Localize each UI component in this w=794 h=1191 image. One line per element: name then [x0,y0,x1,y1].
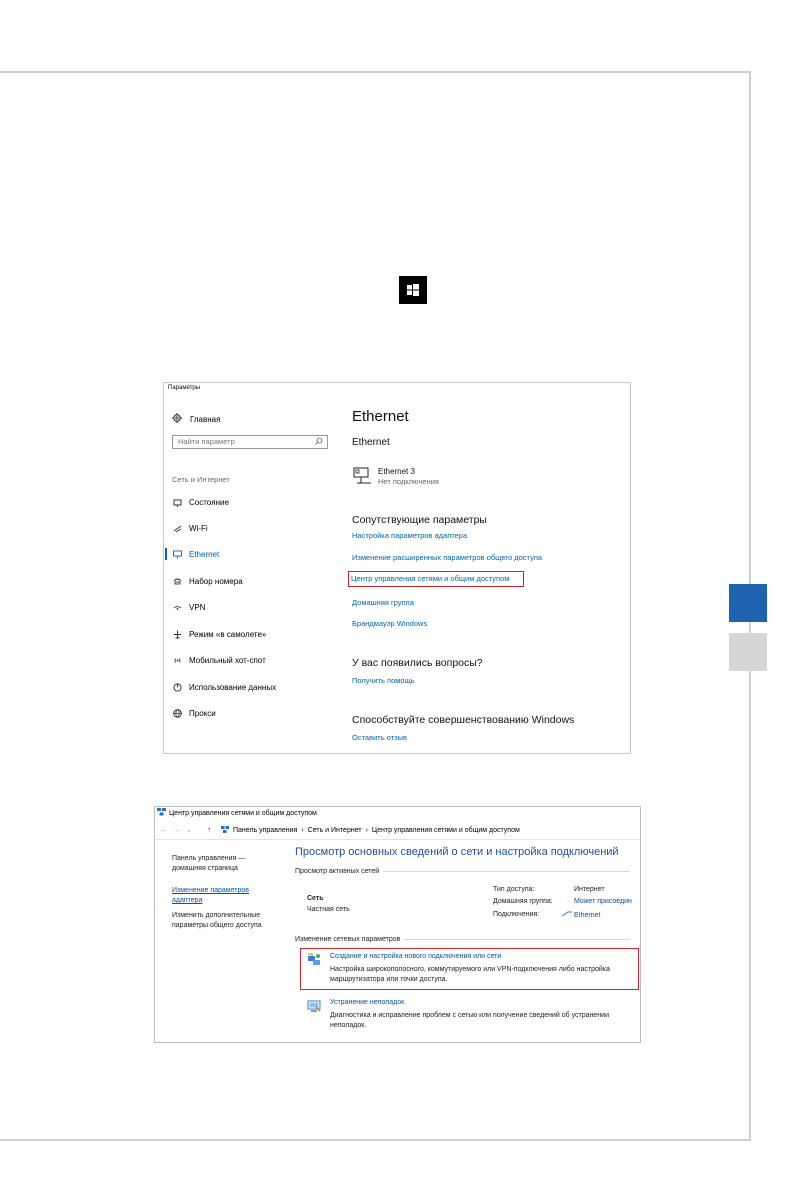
page-frame-top [0,71,751,73]
settings-window: Параметры Главная Найти параметр Сеть и … [163,382,631,754]
address-bar[interactable]: ←→⌄ ↑ Панель управления › Сеть и Интернет… [155,823,640,840]
cp-heading: Просмотр основных сведений о сети и наст… [295,846,619,858]
page-title: Ethernet [352,408,409,425]
task-new-connection[interactable]: Создание и настройка нового подключения … [300,948,639,990]
left-sharing-link[interactable]: Изменить дополнительные параметры общего… [172,911,272,931]
hotspot-icon [172,655,182,665]
questions-heading: У вас появились вопросы? [352,657,483,669]
phone-icon [172,576,182,586]
link-adapter-settings[interactable]: Настройка параметров адаптера [352,531,467,540]
ethernet-cable-icon [561,911,572,919]
link-get-help[interactable]: Получить помощь [352,676,415,685]
nav-label: Прокси [189,708,216,718]
wifi-icon [172,523,182,533]
nav-ethernet[interactable]: Ethernet [165,547,322,561]
link-homegroup[interactable]: Домашняя группа [352,598,414,607]
settings-search-input[interactable]: Найти параметр [172,435,328,449]
breadcrumb-item[interactable]: Панель управления [233,827,297,834]
back-forward-icon[interactable]: ←→⌄ [160,826,198,834]
vpn-icon [172,602,182,612]
related-heading: Сопутствующие параметры [352,514,487,526]
network-type[interactable]: Частная сеть [307,906,350,913]
link-network-center[interactable]: Центр управления сетями и общим доступом [347,571,525,587]
task-title[interactable]: Устранение неполадок [330,999,404,1006]
nav-label: Мобильный хот-спот [189,655,266,665]
nav-wifi[interactable]: Wi-Fi [172,521,322,535]
nav-label: Набор номера [189,576,243,586]
gear-icon [172,413,182,425]
network-adapter-icon [353,467,373,490]
nav-label: Использование данных [189,682,277,692]
search-icon [315,437,323,449]
chevron-right-icon: › [365,827,368,834]
page-frame-bottom [0,1139,751,1141]
cp-titlebar: Центр управления сетями и общим доступом [157,808,317,818]
control-panel-window: Центр управления сетями и общим доступом… [154,806,641,1043]
section-label: Изменение сетевых параметров [295,936,401,943]
task-title[interactable]: Создание и настройка нового подключения … [330,953,501,960]
change-settings-section: Изменение сетевых параметров [295,936,630,943]
left-adapter-link[interactable]: Изменение параметров адаптера [172,886,272,906]
task-troubleshoot[interactable]: Устранение неполадок Диагностика и испра… [301,995,638,1035]
status-icon [172,497,182,507]
network-center-icon [157,808,166,818]
nav-label: Wi-Fi [189,523,208,533]
home-label: Главная [190,414,221,424]
breadcrumb: Панель управления › Сеть и Интернет › Цент… [221,826,524,835]
chapter-tab-active [729,584,767,622]
nav-dialup[interactable]: Набор номера [172,574,322,588]
airplane-icon [172,629,182,639]
ethernet-connection-link[interactable]: Ethernet [561,911,601,919]
nav-vpn[interactable]: VPN [172,600,322,614]
adapter-status: Нет подключения [378,477,439,486]
link-firewall[interactable]: Брандмауэр Windows [352,619,427,628]
page-subtitle: Ethernet [352,437,390,448]
new-connection-icon [307,953,321,967]
nav-airplane[interactable]: Режим «в самолете» [172,627,322,641]
connections-label: Подключения: [493,911,540,918]
up-arrow-icon[interactable]: ↑ [207,825,211,834]
control-panel-icon [221,826,229,835]
nav-data-usage[interactable]: Использование данных [172,680,322,694]
breadcrumb-item[interactable]: Сеть и Интернет [308,827,362,834]
breadcrumb-item[interactable]: Центр управления сетями и общим доступом [372,827,520,834]
troubleshoot-icon [307,999,321,1013]
search-placeholder: Найти параметр [178,437,235,446]
improve-heading: Способствуйте совершенствованию Windows [352,714,575,726]
link-advanced-sharing[interactable]: Изменение расширенных параметров общего … [352,553,542,562]
link-feedback[interactable]: Оставить отзыв [352,733,407,742]
homegroup-label: Домашняя группа: [493,898,553,905]
windows-key-icon [399,276,427,304]
nav-status[interactable]: Состояние [172,495,322,509]
access-type-value: Интернет [574,886,605,893]
section-label: Сеть и Интернет [172,475,230,484]
nav-hotspot[interactable]: Мобильный хот-спот [172,653,322,667]
task-description: Настройка широкополосного, коммутируемог… [330,966,610,983]
settings-window-title: Параметры [168,385,200,391]
ethernet-icon [172,549,182,559]
homegroup-link[interactable]: Может присоедин [574,898,632,905]
globe-icon [172,708,182,718]
chapter-tab-inactive [729,633,767,671]
nav-proxy[interactable]: Прокси [172,706,322,720]
nav-label: Режим «в самолете» [189,629,267,639]
cp-window-title: Центр управления сетями и общим доступом [169,809,317,817]
data-usage-icon [172,682,182,692]
access-type-label: Тип доступа: [493,886,535,893]
task-description: Диагностика и исправление проблем с сеть… [330,1012,609,1029]
ethernet-adapter-item[interactable]: Ethernet 3 Нет подключения [353,467,439,490]
home-nav-item[interactable]: Главная [172,413,220,425]
left-home-link[interactable]: Панель управления — домашняя страница [172,854,272,874]
chevron-right-icon: › [301,827,304,834]
nav-label: Состояние [189,497,229,507]
adapter-name: Ethernet 3 [378,467,415,476]
active-networks-section: Просмотр активных сетей [295,868,630,875]
section-label: Просмотр активных сетей [295,868,380,875]
nav-label: VPN [189,602,206,612]
connection-name: Ethernet [574,911,601,919]
nav-label: Ethernet [189,549,220,559]
network-name: Сеть [307,895,324,902]
